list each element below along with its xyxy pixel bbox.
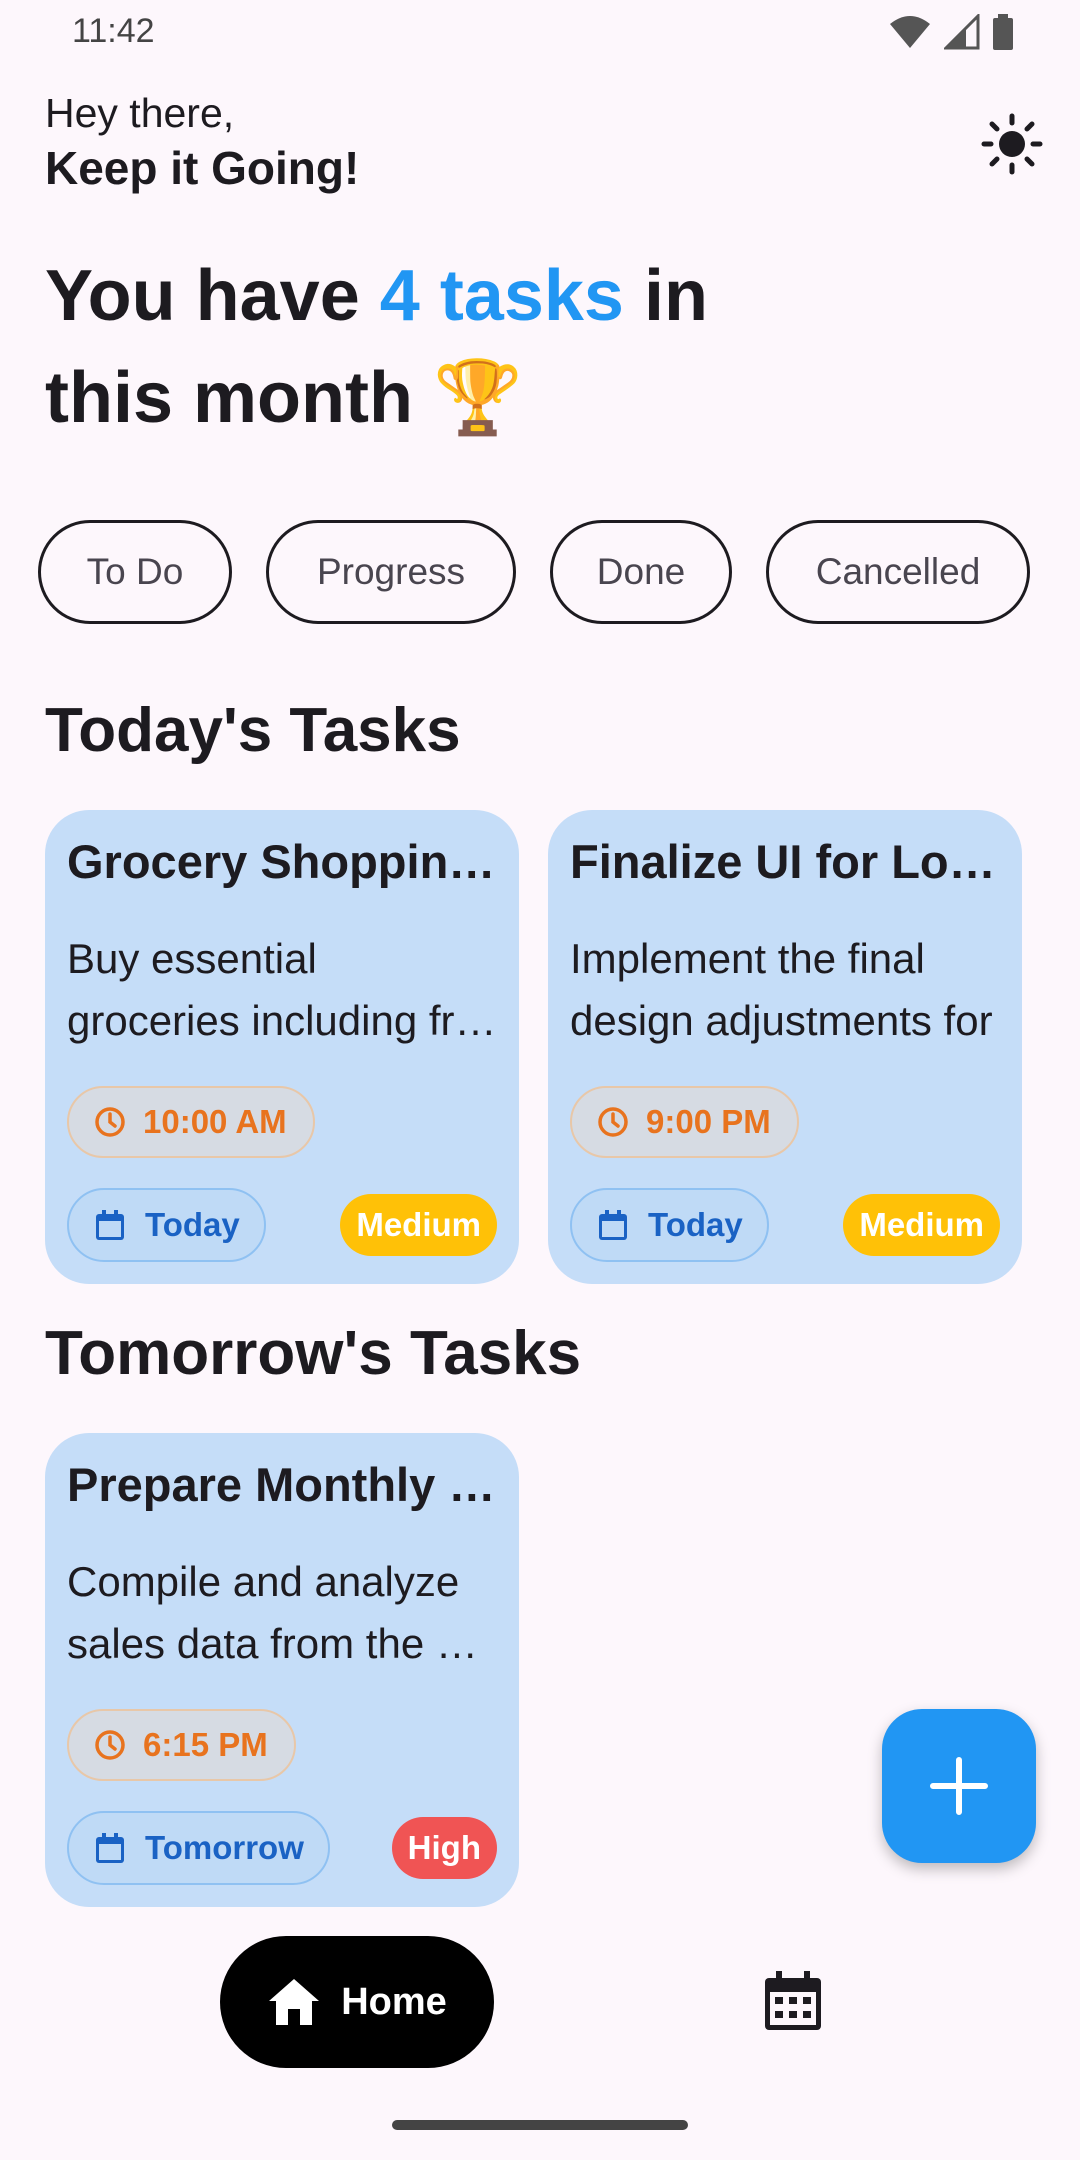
nav-home-label: Home <box>341 1980 447 2023</box>
wifi-icon <box>890 16 930 48</box>
task-description-line: sales data from the month <box>67 1620 497 1667</box>
greeting-text: Hey there, <box>45 90 235 136</box>
nav-item-home[interactable]: Home <box>220 1936 494 2068</box>
task-title: Prepare Monthly Report <box>67 1458 497 1511</box>
priority-badge: High <box>391 1817 497 1879</box>
section-title-today: Today's Tasks <box>45 696 461 765</box>
task-description-line: Buy essential <box>67 935 317 982</box>
task-description: Implement the final design adjustments f… <box>570 928 1000 1052</box>
priority-badge: Medium <box>843 1194 1000 1256</box>
task-time-label: 6:15 PM <box>143 1726 268 1763</box>
task-time: 9:00 PM <box>570 1086 799 1158</box>
sun-icon <box>981 113 1043 175</box>
task-description: Compile and analyze sales data from the … <box>67 1551 497 1675</box>
clock-icon <box>95 1730 125 1760</box>
status-icons <box>888 14 1014 50</box>
bottom-navigation: Home <box>0 1920 1080 2080</box>
greeting-subtitle: Keep it Going! <box>45 142 360 194</box>
task-date-label: Today <box>648 1206 743 1243</box>
task-description: Buy essential groceries including fruits <box>67 928 497 1052</box>
section-title-tomorrow: Tomorrow's Tasks <box>45 1319 582 1388</box>
task-time: 10:00 AM <box>67 1086 315 1158</box>
headline-line2: this month <box>45 358 413 438</box>
task-card[interactable]: Grocery Shopping for the Week Buy essent… <box>45 810 519 1284</box>
trophy-icon: 🏆 <box>432 358 523 438</box>
task-date: Tomorrow <box>67 1811 330 1885</box>
task-date-label: Tomorrow <box>145 1829 304 1866</box>
page-headline: You have 4 tasks in this month 🏆 <box>45 245 805 449</box>
task-count: 4 tasks <box>379 256 624 336</box>
calendar-icon <box>765 1971 821 2030</box>
task-time-label: 9:00 PM <box>646 1103 771 1140</box>
task-title: Finalize UI for Login Screen <box>570 835 1000 888</box>
task-description-line: groceries including fruits <box>67 997 497 1044</box>
calendar-icon <box>96 1833 124 1863</box>
filter-chip-todo[interactable]: To Do <box>38 520 232 624</box>
task-card[interactable]: Prepare Monthly Report Compile and analy… <box>45 1433 519 1907</box>
task-card[interactable]: Finalize UI for Login Screen Implement t… <box>548 810 1022 1284</box>
gesture-home-indicator[interactable] <box>392 2120 688 2130</box>
headline-prefix: You have <box>45 256 380 336</box>
plus-icon <box>930 1757 988 1815</box>
status-filters: To Do Progress Done Cancelled <box>38 520 1030 624</box>
task-title: Grocery Shopping for the Week <box>67 835 497 888</box>
task-date: Today <box>570 1188 769 1262</box>
status-bar: 11:42 <box>0 0 1080 64</box>
greeting: Hey there, Keep it Going! <box>45 88 359 198</box>
task-date: Today <box>67 1188 266 1262</box>
task-time: 6:15 PM <box>67 1709 296 1781</box>
priority-badge: Medium <box>340 1194 497 1256</box>
calendar-icon <box>96 1210 124 1240</box>
battery-icon <box>993 14 1013 50</box>
filter-chip-done[interactable]: Done <box>550 520 732 624</box>
task-description-line: Implement the final <box>570 935 925 982</box>
task-time-label: 10:00 AM <box>143 1103 287 1140</box>
cellular-signal-icon <box>944 14 980 50</box>
task-date-label: Today <box>145 1206 240 1243</box>
filter-chip-cancelled[interactable]: Cancelled <box>766 520 1030 624</box>
task-description-line: Compile and analyze <box>67 1558 460 1605</box>
theme-toggle-button[interactable] <box>976 108 1048 180</box>
status-time: 11:42 <box>72 12 155 50</box>
add-task-button[interactable] <box>882 1709 1036 1863</box>
clock-icon <box>598 1107 628 1137</box>
nav-item-calendar[interactable] <box>760 1968 826 2034</box>
clock-icon <box>95 1107 125 1137</box>
calendar-icon <box>599 1210 627 1240</box>
home-icon <box>269 1979 320 2025</box>
task-description-line: design adjustments for <box>570 997 993 1044</box>
filter-chip-progress[interactable]: Progress <box>266 520 516 624</box>
headline-suffix: in <box>623 256 708 336</box>
